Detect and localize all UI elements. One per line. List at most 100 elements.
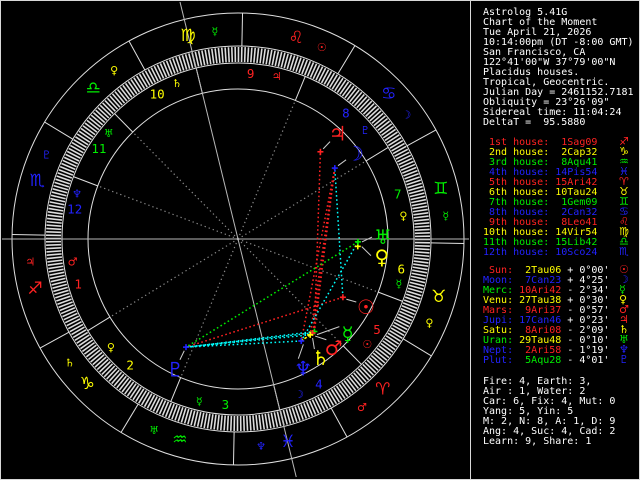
chart-wheel: ♈♂♉♀♊☿♋☽♌ ☉♍ ☿♎♀♏♇♐♃♑♄♒♅♓♆1♂2♀3☿4☽5☉6☿7♀8♇…: [2, 1, 469, 478]
degree-tick: [46, 247, 62, 250]
degree-tick: [220, 47, 224, 63]
planet-pointer-line: [346, 298, 357, 303]
degree-tick: [268, 49, 273, 65]
degree-tick: [391, 142, 405, 152]
planet-glyph: ☽: [346, 141, 364, 165]
sign-boundary: [241, 13, 244, 47]
sign-boundary: [430, 242, 464, 245]
degree-tick: [258, 414, 262, 430]
degree-tick: [261, 414, 266, 430]
degree-tick: [326, 72, 336, 87]
degree-tick: [204, 49, 209, 65]
planet-pointer-line: [337, 159, 347, 167]
degree-tick: [138, 73, 148, 88]
house-cusp-segment: [114, 113, 134, 133]
degree-tick: [411, 272, 427, 277]
degree-tick: [143, 393, 153, 408]
degree-tick: [325, 392, 335, 406]
degree-tick: [47, 214, 63, 218]
sign-ruler-glyph: ♅: [149, 424, 159, 437]
degree-tick: [270, 412, 275, 428]
house-cusp-line: [237, 238, 344, 347]
aspect-line-square: [311, 167, 336, 334]
degree-tick: [47, 210, 63, 215]
aspect-line-sextile: [185, 340, 302, 348]
degree-tick: [392, 145, 407, 155]
degree-tick: [413, 257, 429, 261]
degree-tick: [201, 50, 206, 66]
degree-tick: [194, 51, 200, 67]
sign-boundary: [128, 40, 146, 71]
degree-tick: [389, 329, 403, 340]
degree-tick: [50, 194, 66, 200]
house-number: 3: [222, 397, 230, 412]
house-ruler-glyph: ♀: [399, 210, 407, 223]
planet-glyph: ☿: [342, 322, 354, 346]
degree-tick: [395, 319, 410, 328]
degree-tick: [47, 217, 63, 221]
sign-ruler-glyph: ♃: [25, 256, 35, 269]
planet-glyph: ♅: [374, 225, 392, 249]
degree-tick: [413, 215, 429, 219]
degree-tick: [410, 278, 426, 284]
degree-tick: [243, 47, 247, 63]
degree-tick: [219, 415, 223, 431]
house-number: 8: [342, 105, 350, 120]
sign-ruler-glyph: ♂: [357, 401, 367, 414]
degree-tick: [229, 415, 233, 431]
planet-pointer-line: [316, 326, 340, 336]
house-number: 12: [67, 202, 82, 217]
house-ruler-glyph: ♅: [104, 127, 114, 140]
degree-tick: [71, 141, 86, 151]
zodiac-sign-glyph: ♊: [433, 179, 448, 199]
degree-tick: [413, 260, 429, 264]
house-cusp-segment: [365, 146, 389, 162]
sign-boundary: [232, 431, 235, 465]
house-ruler-glyph: ☿: [395, 277, 402, 290]
degree-tick: [71, 326, 85, 336]
sign-ruler-glyph: ☉: [317, 41, 327, 54]
degree-tick: [410, 195, 426, 201]
degree-tick: [389, 139, 404, 149]
house-cusp-line: [109, 238, 239, 318]
house-number: 11: [91, 141, 106, 156]
sign-ruler-glyph: ☽: [401, 109, 411, 122]
degree-tick: [396, 316, 411, 325]
house-number: 2: [126, 358, 134, 373]
sign-ruler-glyph: ♀: [425, 316, 433, 329]
degree-tick: [46, 253, 62, 257]
degree-tick: [48, 265, 64, 270]
aspect-line-square: [300, 167, 336, 342]
degree-tick: [209, 414, 214, 430]
sign-boundary: [12, 233, 46, 236]
degree-tick: [412, 205, 428, 210]
degree-tick: [255, 414, 259, 431]
degree-tick: [412, 269, 428, 274]
sign-ruler-glyph: ☿: [442, 209, 449, 222]
degree-tick: [414, 228, 430, 231]
house-number: 7: [394, 187, 402, 202]
zodiac-sign-glyph: ♑: [80, 374, 95, 394]
zodiac-sign-glyph: ♓: [280, 432, 295, 452]
degree-tick: [328, 390, 338, 405]
degree-tick: [206, 413, 211, 429]
degree-tick: [72, 329, 87, 339]
degree-tick: [48, 207, 64, 212]
zodiac-sign-glyph: ♒: [172, 430, 187, 450]
degree-tick: [200, 412, 205, 428]
house-cusp-line: [237, 100, 296, 240]
degree-tick: [217, 47, 221, 64]
degree-tick: [46, 220, 62, 224]
sign-ruler-glyph: ☿: [212, 25, 219, 38]
planet-row: Plut: 5Aqu28 - 4°01' ♇: [483, 354, 629, 366]
degree-tick: [49, 274, 65, 280]
degree-tick: [223, 415, 226, 431]
degree-tick: [412, 266, 428, 271]
degree-tick: [149, 396, 158, 411]
degree-tick: [48, 268, 64, 273]
degree-tick: [413, 263, 429, 268]
degree-tick: [69, 144, 84, 154]
degree-tick: [46, 224, 62, 227]
planet-glyph: ☉: [357, 295, 375, 319]
degree-tick: [412, 208, 428, 213]
